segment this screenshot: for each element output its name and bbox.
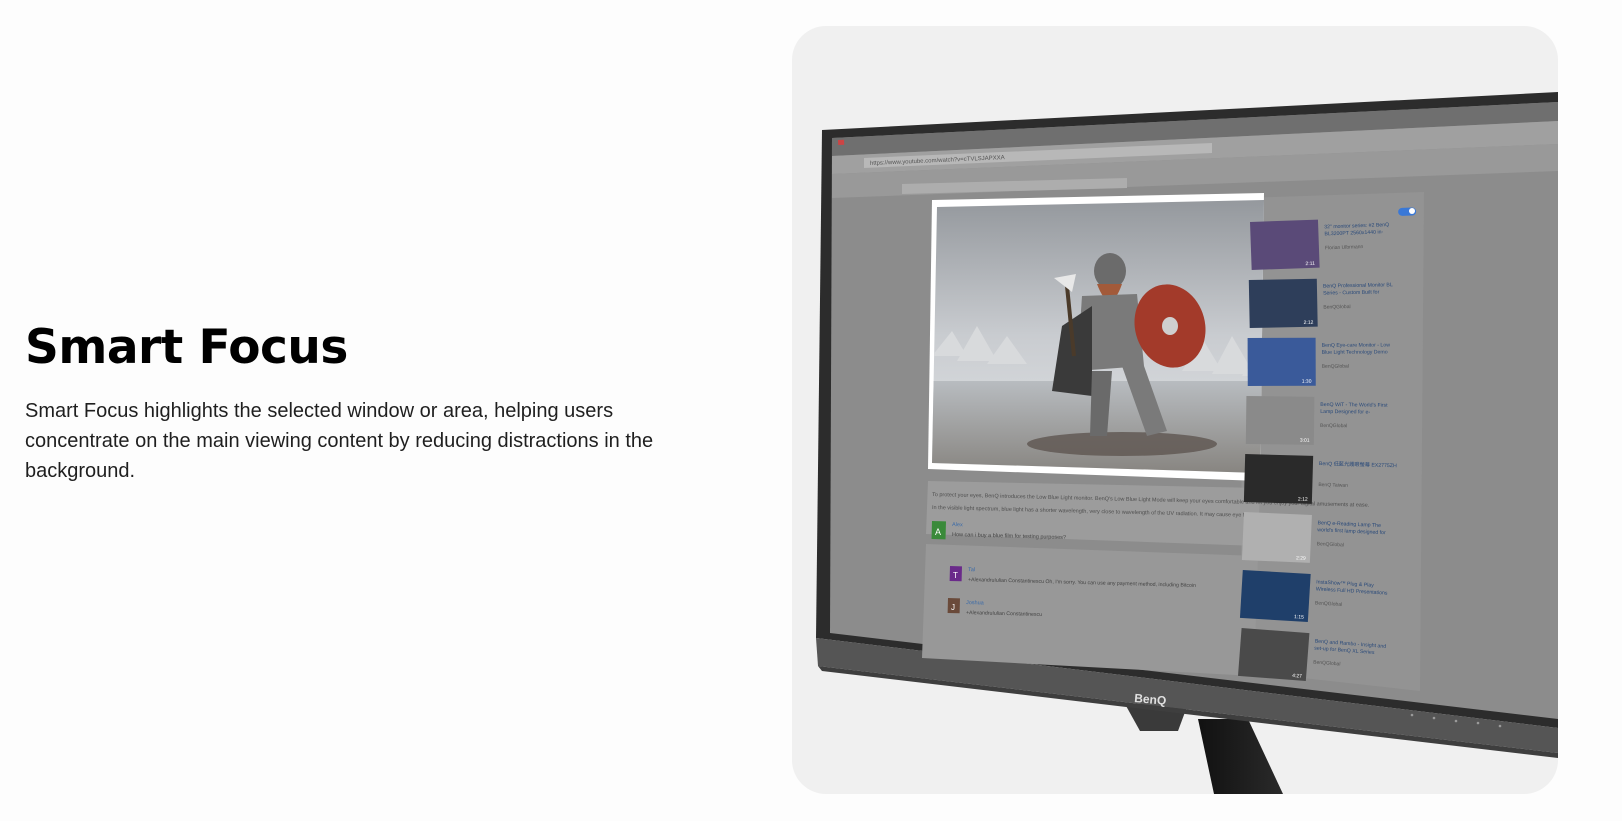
svg-text:A: A xyxy=(935,527,941,537)
video-duration: 2:12 xyxy=(1298,496,1308,502)
video-duration: 2:11 xyxy=(1305,261,1315,267)
video-duration: 1:15 xyxy=(1294,614,1304,621)
svg-text:Alex: Alex xyxy=(952,522,963,528)
monitor-stand xyxy=(1198,719,1283,794)
video-duration: 3:01 xyxy=(1300,438,1310,444)
svg-text:Joshua: Joshua xyxy=(966,600,985,606)
video-channel: BenQ Taiwan xyxy=(1318,482,1348,489)
product-image-card: BenQ https://www.youtube.com/watch?v=cTV… xyxy=(792,26,1558,794)
video-channel: BenQGlobal xyxy=(1323,304,1350,311)
video-channel: BenQGlobal xyxy=(1317,541,1344,548)
svg-text:J: J xyxy=(951,603,955,612)
svg-text:T: T xyxy=(953,571,958,580)
feature-description: Smart Focus highlights the selected wind… xyxy=(25,399,654,482)
feature-title: Smart Focus xyxy=(25,320,348,375)
video-duration: 1:30 xyxy=(1302,379,1312,385)
video-title[interactable]: BenQ Eye-care Monitor - Low Blue Light Te… xyxy=(1322,343,1391,356)
video-channel: BenQGlobal xyxy=(1322,364,1349,370)
monitor-illustration: BenQ https://www.youtube.com/watch?v=cTV… xyxy=(816,92,1558,794)
video-title[interactable]: 32" monitor series: #2 BenQBL3200PT 2560… xyxy=(1324,222,1389,237)
video-channel: BenQGlobal xyxy=(1320,423,1347,429)
video-duration: 4:27 xyxy=(1292,673,1302,680)
feature-text: Smart Focus Smart Focus highlights the s… xyxy=(25,322,675,486)
video-duration: 2:12 xyxy=(1304,320,1314,326)
brand-logo: BenQ xyxy=(1134,691,1167,708)
video-frame xyxy=(932,200,1264,473)
video-duration: 2:29 xyxy=(1296,555,1306,561)
svg-text:Tal: Tal xyxy=(968,567,975,573)
